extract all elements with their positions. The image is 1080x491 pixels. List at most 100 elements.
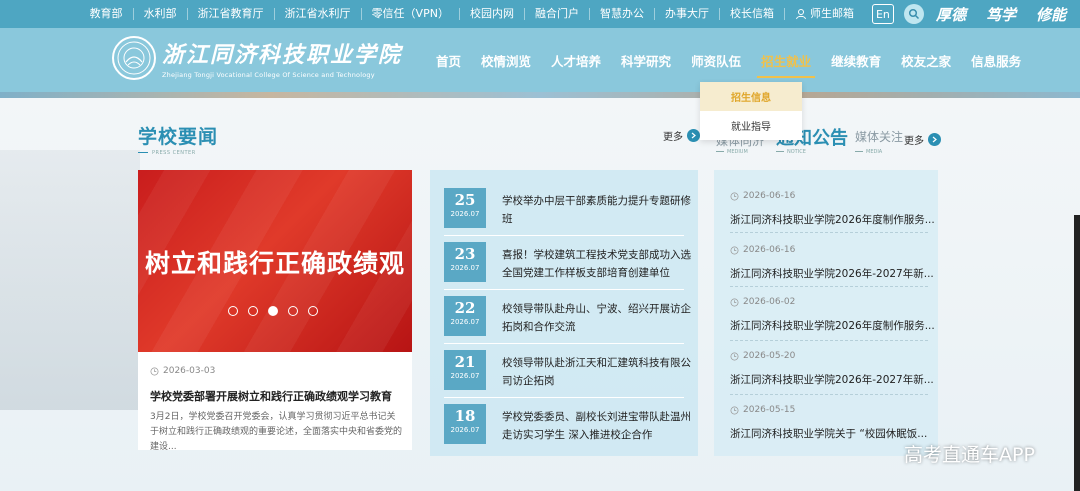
top-link-intranet[interactable]: 校园内网 xyxy=(460,8,525,20)
nav-research[interactable]: 科学研究 xyxy=(611,28,681,92)
motto-1: 厚德 xyxy=(935,5,966,24)
clock-icon xyxy=(730,406,739,414)
notice-title[interactable]: 浙江同济科技职业学院关于 “校园休眠饭... xyxy=(730,426,927,441)
search-icon xyxy=(908,8,919,20)
slider-dots xyxy=(228,306,318,316)
nav-home[interactable]: 首页 xyxy=(426,28,471,92)
top-links: 教育部 水利部 浙江省教育厅 浙江省水利厅 零信任（VPN） 校园内网 融合门户… xyxy=(80,0,864,28)
notice-list: 2026-06-16 浙江同济科技职业学院2026年度制作服务... 2026-… xyxy=(714,170,938,456)
slider-info-card[interactable]: 2026-03-03 学校党委部署开展树立和践行正确政绩观学习教育 3月2日，学… xyxy=(138,352,412,452)
notice-row[interactable]: 2026-05-20 浙江同济科技职业学院2026年-2027年新... xyxy=(730,348,934,398)
top-utility-bar: 教育部 水利部 浙江省教育厅 浙江省水利厅 零信任（VPN） 校园内网 融合门户… xyxy=(0,0,1080,28)
news-title[interactable]: 喜报！学校建筑工程技术党支部成功入选全国党建工作样板支部培育创建单位 xyxy=(502,246,694,282)
nav-education[interactable]: 人才培养 xyxy=(541,28,611,92)
news-date-box: 22 2026.07 xyxy=(444,296,486,336)
notice-row[interactable]: 2026-05-15 浙江同济科技职业学院关于 “校园休眠饭... xyxy=(730,402,930,452)
slider-dot-5[interactable] xyxy=(308,306,318,316)
news-date-box: 23 2026.07 xyxy=(444,242,486,282)
news-more-link[interactable]: 更多 xyxy=(663,128,700,143)
arrow-right-icon xyxy=(687,129,700,142)
motto-3: 修能 xyxy=(1035,5,1066,24)
search-button[interactable] xyxy=(903,4,924,24)
admission-dropdown: 招生信息 就业指导 xyxy=(700,82,802,140)
news-row[interactable]: 18 2026.07 学校党委委员、副校长刘进宝带队赴温州走访实习学生 深入推进… xyxy=(444,398,692,450)
news-row[interactable]: 23 2026.07 喜报！学校建筑工程技术党支部成功入选全国党建工作样板支部培… xyxy=(444,236,692,288)
logo-en: Zhejiang Tongji Vocational College Of Sc… xyxy=(162,71,375,79)
top-link-office[interactable]: 智慧办公 xyxy=(590,8,655,20)
mail-label: 师生邮箱 xyxy=(809,7,854,20)
slider-slogan: 树立和践行正确政绩观 xyxy=(144,249,405,278)
clock-icon xyxy=(730,246,739,254)
tab-notice-sub: NOTICE xyxy=(776,149,806,155)
news-date-box: 18 2026.07 xyxy=(444,404,486,444)
notice-date: 2026-05-20 xyxy=(730,351,795,361)
top-link-zj-water[interactable]: 浙江省水利厅 xyxy=(275,8,362,20)
slider-dot-2[interactable] xyxy=(248,306,258,316)
notice-title[interactable]: 浙江同济科技职业学院2026年度制作服务... xyxy=(730,318,935,333)
top-link-mail[interactable]: 师生邮箱 xyxy=(785,8,864,20)
dropdown-item-career-guide[interactable]: 就业指导 xyxy=(700,111,802,140)
notice-row[interactable]: 2026-06-02 浙江同济科技职业学院2026年度制作服务... xyxy=(730,294,935,344)
main-header: 浙江同济科技职业学院 Zhejiang Tongji Vocational Co… xyxy=(0,28,1080,92)
page-scrollbar[interactable] xyxy=(1074,215,1080,491)
clock-icon xyxy=(730,298,739,306)
notice-row[interactable]: 2026-06-16 浙江同济科技职业学院2026年-2027年新... xyxy=(730,242,934,292)
clock-icon xyxy=(730,192,739,200)
background-building xyxy=(0,150,140,410)
news-title[interactable]: 校领导带队赴浙江天和汇建筑科技有限公司访企拓岗 xyxy=(502,354,694,390)
top-link-portal[interactable]: 融合门户 xyxy=(525,8,590,20)
news-title[interactable]: 学校举办中层干部素质能力提升专题研修班 xyxy=(502,192,694,228)
notice-title[interactable]: 浙江同济科技职业学院2026年-2027年新... xyxy=(730,266,934,281)
slider-news-title[interactable]: 学校党委部署开展树立和践行正确政绩观学习教育 xyxy=(150,388,392,404)
news-title[interactable]: 校领导带队赴舟山、宁波、绍兴开展访企拓岗和合作交流 xyxy=(502,300,694,336)
notice-title[interactable]: 浙江同济科技职业学院2026年度制作服务... xyxy=(730,212,935,227)
top-link-mwr[interactable]: 水利部 xyxy=(134,8,188,20)
slider-dot-4[interactable] xyxy=(288,306,298,316)
news-section-title: 学校要闻 xyxy=(138,126,219,148)
top-link-service-hall[interactable]: 办事大厅 xyxy=(655,8,720,20)
dropdown-item-admission-info[interactable]: 招生信息 xyxy=(700,82,802,111)
clock-icon xyxy=(150,367,159,375)
english-button[interactable]: En xyxy=(871,4,894,24)
notice-date: 2026-06-02 xyxy=(730,297,795,307)
user-icon xyxy=(795,9,806,20)
slider-dot-3[interactable] xyxy=(268,306,278,316)
logo-cn: 浙江同济科技职业学院 xyxy=(162,42,403,68)
notice-date: 2026-06-16 xyxy=(730,245,795,255)
top-link-moe[interactable]: 教育部 xyxy=(80,8,134,20)
tab-media-focus-sub: MEDIA xyxy=(855,149,882,155)
nav-alumni[interactable]: 校友之家 xyxy=(891,28,961,92)
news-section-subtitle: PRESS CENTER xyxy=(138,150,196,156)
notice-date: 2026-05-15 xyxy=(730,405,795,415)
notice-row[interactable]: 2026-06-16 浙江同济科技职业学院2026年度制作服务... xyxy=(730,188,935,238)
arrow-right-icon xyxy=(928,133,941,146)
clock-icon xyxy=(730,352,739,360)
nav-overview[interactable]: 校情浏览 xyxy=(471,28,541,92)
notice-more-label: 更多 xyxy=(904,136,924,147)
notice-more-link[interactable]: 更多 xyxy=(904,132,941,147)
news-row[interactable]: 22 2026.07 校领导带队赴舟山、宁波、绍兴开展访企拓岗和合作交流 xyxy=(444,290,692,342)
nav-info-service[interactable]: 信息服务 xyxy=(961,28,1031,92)
news-slider[interactable]: 树立和践行正确政绩观 xyxy=(138,170,412,352)
news-row[interactable]: 21 2026.07 校领导带队赴浙江天和汇建筑科技有限公司访企拓岗 xyxy=(444,344,692,396)
tab-media-focus[interactable]: 媒体关注 xyxy=(855,128,903,145)
school-seal-icon xyxy=(112,36,156,80)
watermark-text: 高考直通车APP xyxy=(904,444,1035,466)
news-list: 25 2026.07 学校举办中层干部素质能力提升专题研修班 23 2026.0… xyxy=(430,170,698,456)
news-row[interactable]: 25 2026.07 学校举办中层干部素质能力提升专题研修班 xyxy=(444,182,692,234)
school-motto: 厚德 笃学 修能 xyxy=(936,4,1066,25)
slider-date: 2026-03-03 xyxy=(150,366,215,376)
news-more-label: 更多 xyxy=(663,132,683,143)
top-link-vpn[interactable]: 零信任（VPN） xyxy=(362,8,460,20)
top-link-zj-edu[interactable]: 浙江省教育厅 xyxy=(188,8,275,20)
top-link-president-mailbox[interactable]: 校长信箱 xyxy=(720,8,785,20)
motto-2: 笃学 xyxy=(985,5,1016,24)
slider-dot-1[interactable] xyxy=(228,306,238,316)
news-date-box: 21 2026.07 xyxy=(444,350,486,390)
school-logo[interactable]: 浙江同济科技职业学院 Zhejiang Tongji Vocational Co… xyxy=(112,36,402,80)
news-title[interactable]: 学校党委委员、副校长刘进宝带队赴温州走访实习学生 深入推进校企合作 xyxy=(502,408,694,444)
notice-title[interactable]: 浙江同济科技职业学院2026年-2027年新... xyxy=(730,372,934,387)
nav-continuing[interactable]: 继续教育 xyxy=(821,28,891,92)
tab-media-tongji-sub: MEDIUM xyxy=(716,149,748,155)
slider-news-desc: 3月2日，学校党委召开党委会，认真学习贯彻习近平总书记关于树立和践行正确政绩观的… xyxy=(150,412,403,452)
